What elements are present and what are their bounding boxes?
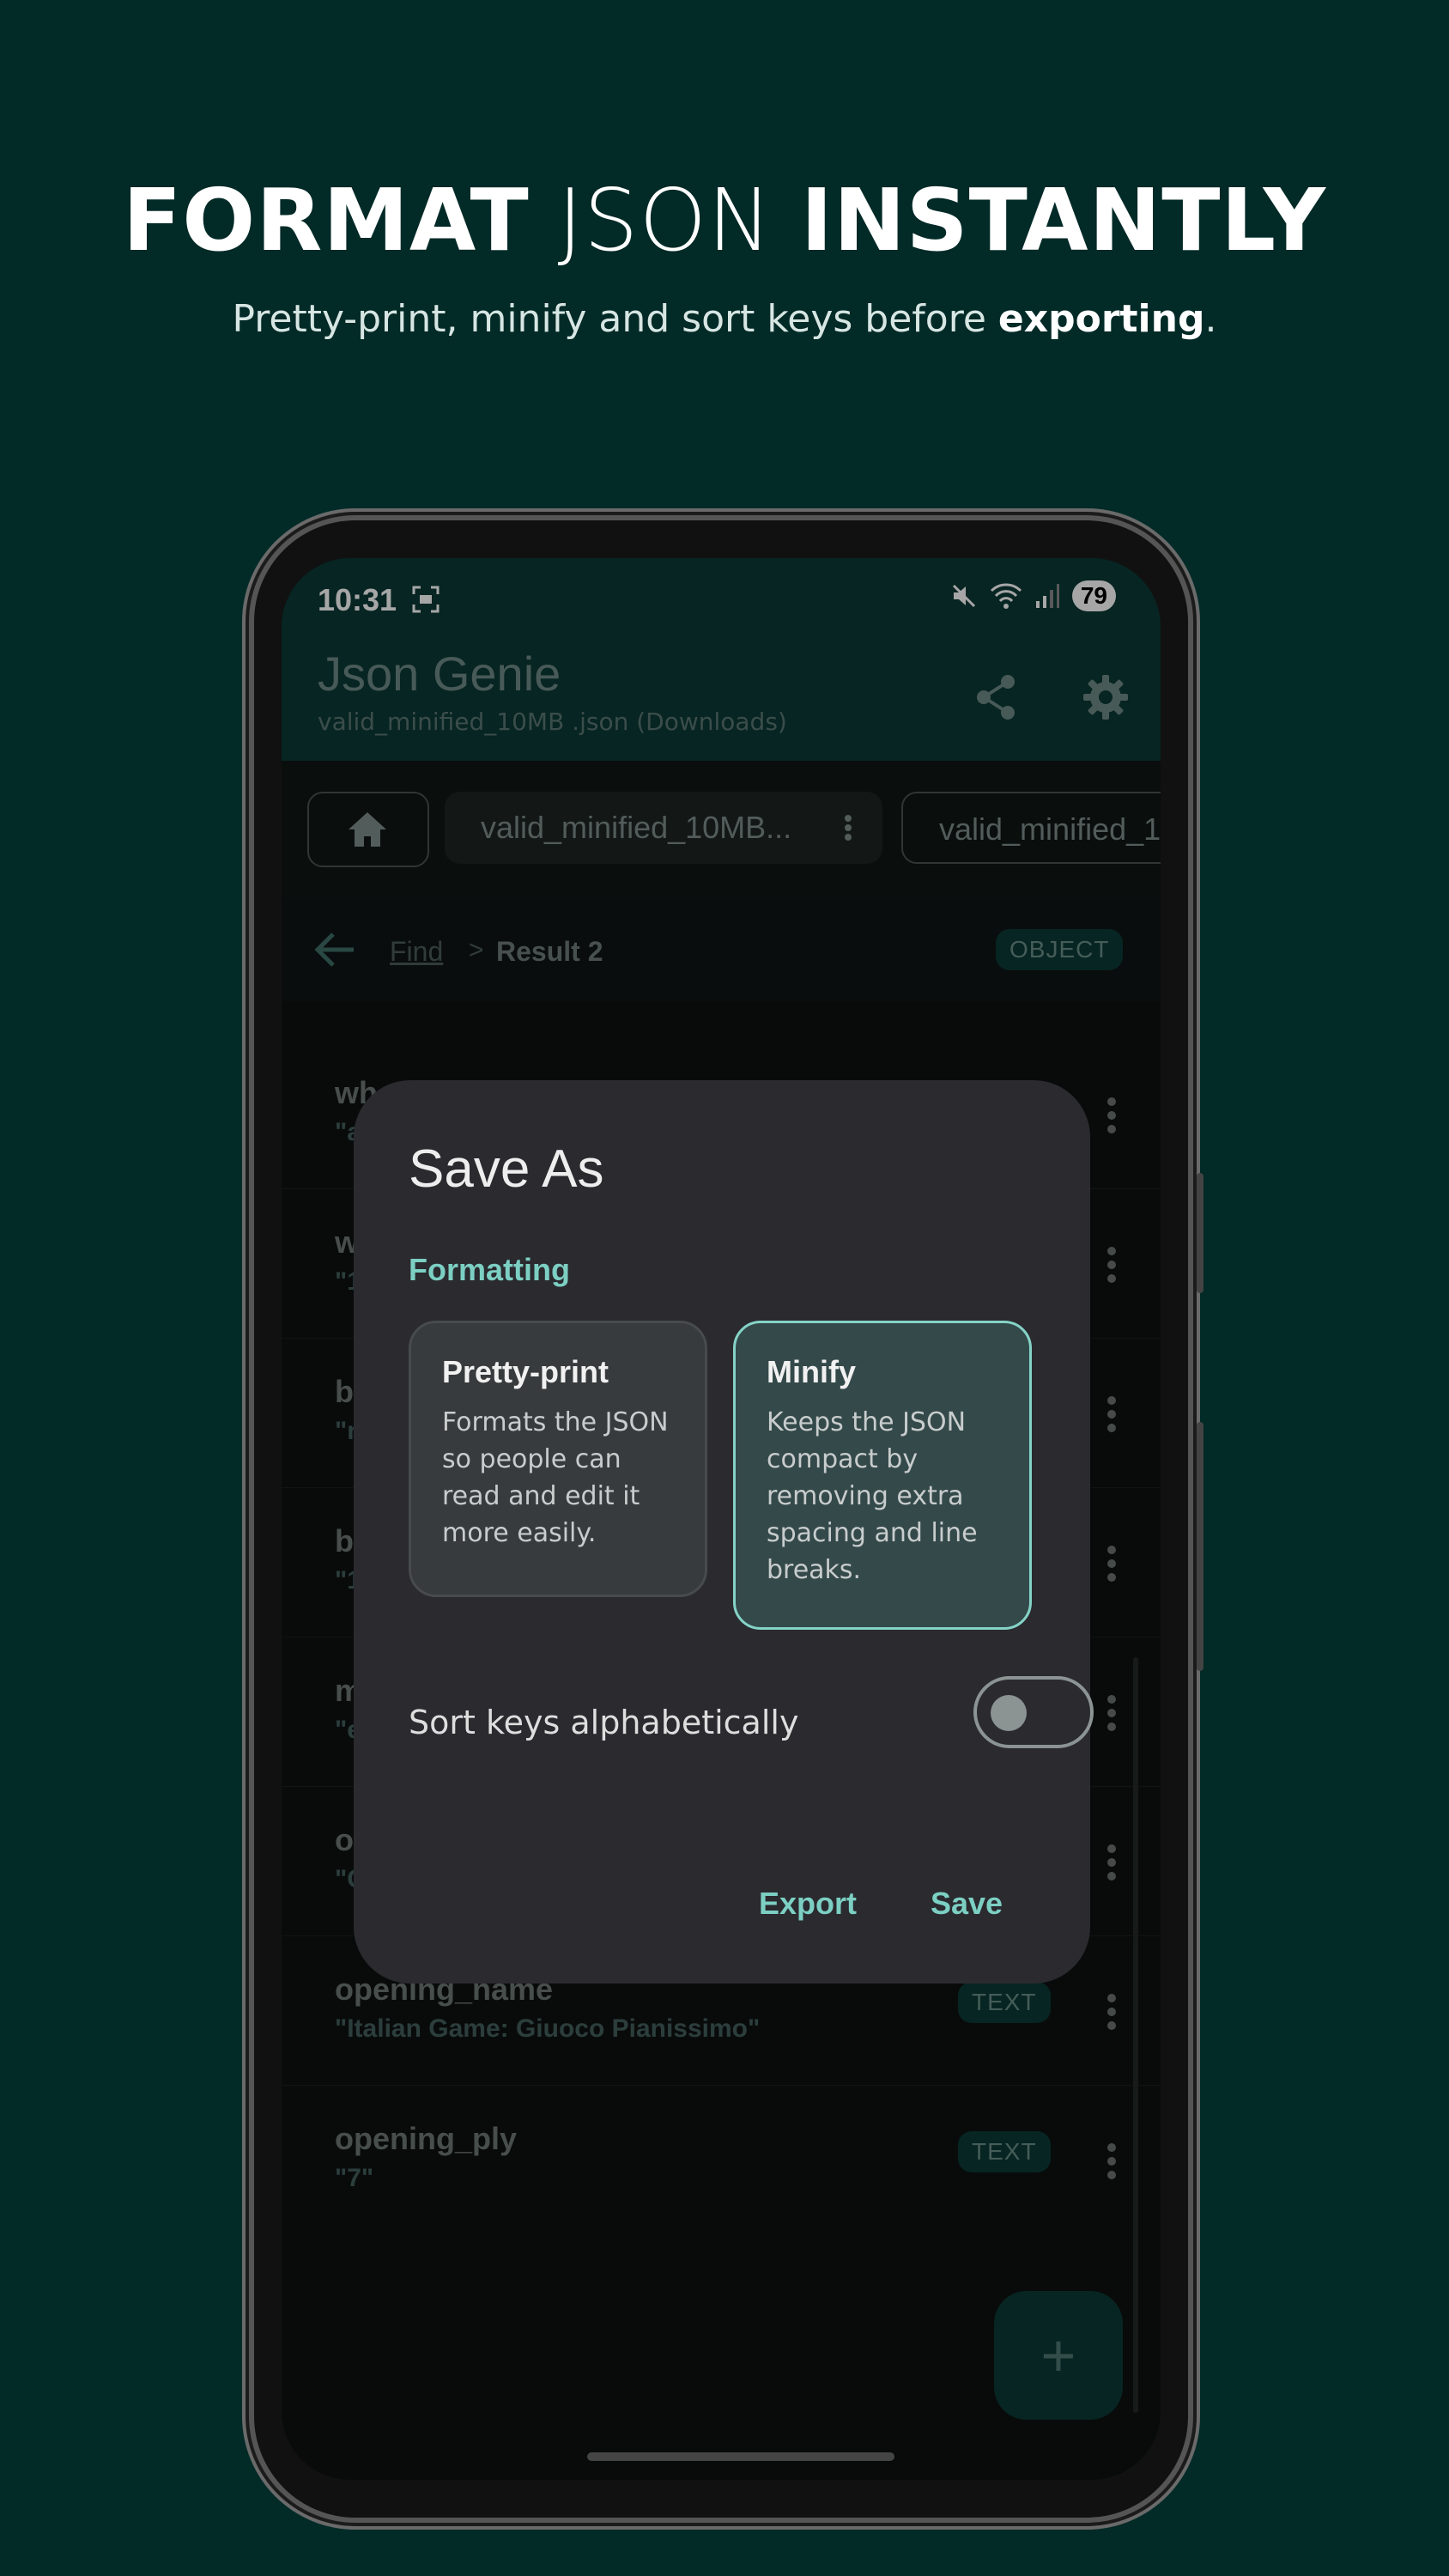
subline-bold: exporting (997, 297, 1205, 341)
volume-button (1197, 1173, 1203, 1293)
option-description: Formats the JSON so people can read and … (442, 1407, 669, 1548)
dialog-title: Save As (409, 1139, 604, 1199)
minify-option[interactable]: Minify Keeps the JSON compact by removin… (733, 1321, 1032, 1630)
formatting-section-label: Formatting (409, 1252, 570, 1287)
pretty-print-option[interactable]: Pretty-print Formats the JSON so people … (409, 1321, 707, 1597)
subline-end: . (1204, 297, 1217, 341)
sort-keys-label: Sort keys alphabetically (409, 1704, 799, 1741)
save-button[interactable]: Save (931, 1886, 1003, 1922)
headline-word-1: FORMAT (123, 170, 530, 270)
sort-keys-toggle[interactable] (973, 1676, 1094, 1748)
save-as-dialog: Save As Formatting Pretty-print Formats … (354, 1080, 1094, 1984)
headline-word-2: JSON (557, 170, 773, 270)
subline-text: Pretty-print, minify and sort keys befor… (232, 297, 998, 341)
option-title: Pretty-print (442, 1354, 609, 1389)
power-button (1197, 1422, 1203, 1671)
option-title: Minify (767, 1354, 856, 1389)
export-button[interactable]: Export (759, 1886, 857, 1922)
promo-subline: Pretty-print, minify and sort keys befor… (0, 297, 1449, 341)
option-description: Keeps the JSON compact by removing extra… (767, 1407, 978, 1585)
headline-word-3: INSTANTLY (800, 170, 1326, 270)
toggle-knob (991, 1695, 1027, 1731)
promo-headline: FORMAT JSON INSTANTLY (0, 170, 1449, 270)
